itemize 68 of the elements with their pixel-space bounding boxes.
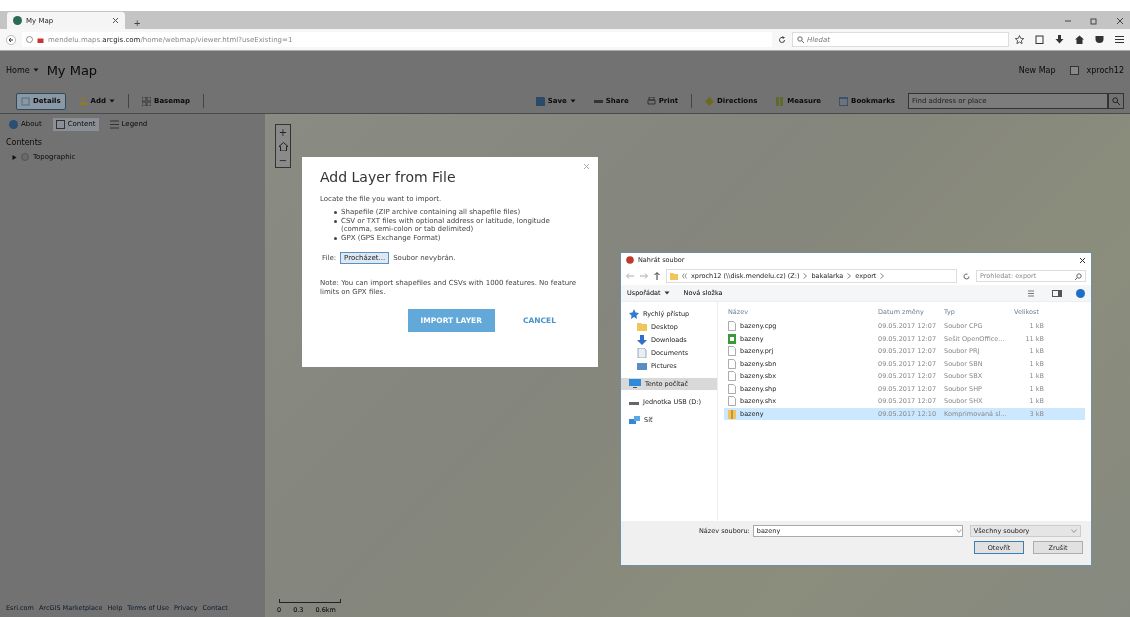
monitor-icon [629,379,641,389]
close-icon [112,17,119,24]
search-icon [1075,272,1082,280]
star-icon [629,309,639,319]
up-arrow-icon [654,272,660,280]
zoom-out-button[interactable]: − [276,153,290,167]
caret-icon [569,99,576,103]
floppy-icon [535,96,545,106]
search-icon [797,36,804,43]
grid-icon [142,96,152,106]
folder-icon [637,322,647,332]
avatar-icon [1069,65,1079,75]
new-tab-button[interactable]: + [131,17,144,29]
back-arrow-icon [626,273,634,279]
dropdown-caret-icon [1070,529,1077,533]
close-icon [1079,256,1086,264]
folder-icon [670,272,678,280]
home-menu[interactable]: Home [6,65,39,75]
spreadsheet-icon [728,333,736,344]
house-icon [1075,35,1084,44]
upload-icon [78,96,88,106]
preview-pane-icon [1052,289,1062,297]
close-button[interactable] [1079,256,1086,264]
download-arrow-icon [1055,35,1064,44]
refresh-icon [963,272,970,280]
scale-bar [279,599,341,603]
house-icon [278,141,288,151]
close-icon [583,163,590,170]
reload-icon [778,35,786,44]
network-icon [629,415,640,425]
download-icon [637,335,647,345]
zip-folder-icon [728,408,736,419]
book-icon [839,96,849,106]
pocket-icon [1095,35,1104,44]
contents-heading: Contents [6,138,43,147]
expand-caret-icon[interactable] [12,154,17,160]
menu-icon [1115,35,1124,44]
ruler-icon [775,96,785,106]
file-icon [728,396,736,407]
star-icon [1015,35,1024,44]
bullet-icon [334,220,337,223]
map-title: My Map [46,62,98,78]
forward-arrow-icon [640,273,648,279]
bullet-icon [334,237,337,240]
new-map-link[interactable]: New Map [1012,64,1062,76]
caret-icon [32,68,39,72]
app-icon [626,256,634,264]
close-icon [1116,16,1124,25]
caret-icon [663,291,670,295]
back-arrow-icon [6,34,16,45]
restore-icon [1090,16,1098,25]
user-menu[interactable]: xproch12 [1086,65,1124,75]
chevron-icon [847,273,852,279]
printer-icon [646,96,656,106]
search-button[interactable] [1108,93,1124,109]
clipboard-icon [1035,35,1044,44]
dropdown-caret-icon [955,529,962,533]
chevron-icon [803,273,808,279]
diamond-icon [705,96,715,106]
zoom-in-button[interactable]: + [276,125,290,139]
legend-icon [109,119,119,129]
double-chevron-icon [682,273,687,279]
dialog-title: Add Layer from File [320,169,457,185]
help-icon[interactable] [1076,288,1085,298]
caret-icon [109,99,116,103]
chevron-icon [880,273,885,279]
search-icon [1112,97,1120,105]
bullet-icon [334,211,337,214]
